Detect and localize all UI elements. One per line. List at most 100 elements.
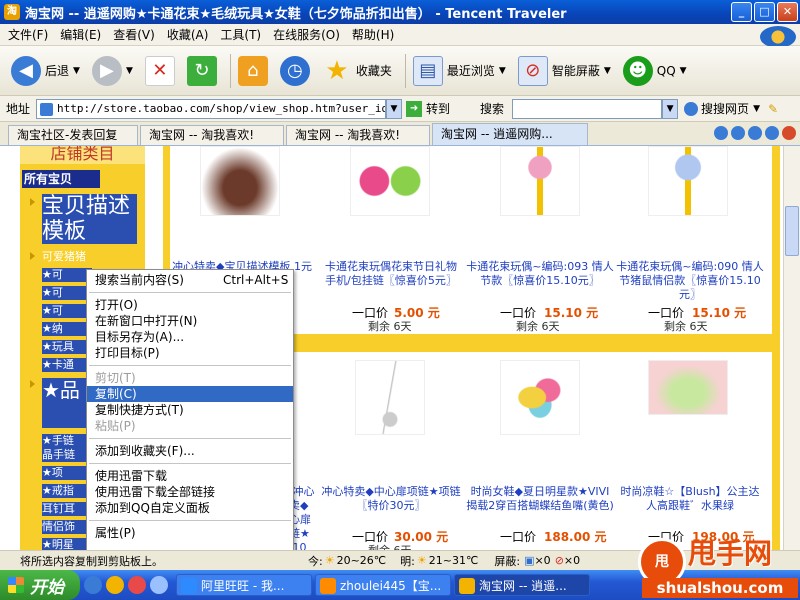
category-link[interactable]: ★可 bbox=[42, 268, 92, 282]
product-image-bouquet-090[interactable] bbox=[648, 146, 728, 216]
stop-button[interactable]: ✕ bbox=[142, 51, 178, 91]
product-title[interactable]: 卡通花束玩偶~编码:093 情人节款〖惊喜价15.10元〗 bbox=[466, 260, 614, 288]
smart-block-dropdown-icon[interactable]: ▼ bbox=[604, 66, 611, 76]
ctx-xunlei-download-all[interactable]: 使用迅雷下载全部链接 bbox=[87, 484, 293, 500]
tab-list-icon[interactable] bbox=[765, 126, 779, 140]
product-image-necklace[interactable] bbox=[355, 360, 425, 435]
sogou-dropdown-icon[interactable]: ▼ bbox=[753, 104, 760, 114]
watermark-url: shualshou.com bbox=[642, 578, 798, 598]
category-link[interactable]: 耳钉耳 bbox=[42, 502, 92, 516]
address-input[interactable]: http://store.taobao.com/shop/view_shop.h… bbox=[36, 98, 387, 119]
menu-edit[interactable]: 编辑(E) bbox=[60, 26, 101, 43]
category-link[interactable]: ★项 bbox=[42, 466, 92, 480]
menu-tools[interactable]: 工具(T) bbox=[220, 26, 261, 43]
ctx-open-new-window[interactable]: 在新窗口中打开(N) bbox=[87, 313, 293, 329]
ctx-search-current[interactable]: 搜索当前内容(S) Ctrl+Alt+S bbox=[87, 272, 293, 288]
forward-dropdown-icon[interactable]: ▼ bbox=[126, 66, 133, 76]
quicklaunch-desktop-icon[interactable] bbox=[150, 576, 168, 594]
search-dropdown-icon[interactable]: ▼ bbox=[662, 98, 679, 119]
task-taobao-browser[interactable]: 淘宝网 -- 逍遥... bbox=[454, 574, 590, 596]
ctx-add-qq-panel[interactable]: 添加到QQ自定义面板 bbox=[87, 500, 293, 516]
go-arrow-icon[interactable]: ➜ bbox=[406, 100, 423, 117]
ctx-properties[interactable]: 属性(P) bbox=[87, 525, 293, 541]
category-link[interactable]: 晶手链 bbox=[42, 448, 92, 462]
ctx-copy[interactable]: 复制(C) bbox=[87, 386, 293, 402]
toolbar-separator bbox=[229, 53, 231, 88]
history-button[interactable]: ◷ bbox=[277, 51, 313, 91]
tab-next-icon[interactable] bbox=[748, 126, 762, 140]
qq-dropdown-icon[interactable]: ▼ bbox=[680, 66, 687, 76]
product-title[interactable]: 卡通花束玩偶花束节日礼物 手机/包挂链〖惊喜价5元〗 bbox=[318, 260, 464, 288]
menu-help[interactable]: 帮助(H) bbox=[352, 26, 394, 43]
task-aliwangwang[interactable]: 阿里旺旺 - 我... bbox=[176, 574, 312, 596]
product-image-dog[interactable] bbox=[200, 146, 280, 216]
product-title[interactable]: 时尚女鞋◆夏日明星款★VIVI揭载2穿百搭蝴蝶结鱼嘴(黄色) bbox=[466, 485, 614, 513]
product-image-bouquet-093[interactable] bbox=[500, 146, 580, 216]
product-title[interactable]: 冲心特卖◆中心扉项链★项链〖特价30元〗 bbox=[318, 485, 464, 513]
category-link[interactable]: ★卡通 bbox=[42, 358, 92, 372]
pen-icon[interactable]: ✎ bbox=[768, 102, 778, 116]
tab-taobao-community[interactable]: 淘宝社区-发表回复 bbox=[8, 125, 138, 145]
back-button[interactable]: ◀ 后退 ▼ bbox=[8, 51, 83, 91]
tab-taobao-1[interactable]: 淘宝网 -- 淘我喜欢! bbox=[140, 125, 284, 145]
sogou-search-button[interactable]: 搜搜网页 bbox=[701, 100, 749, 117]
scrollbar-thumb[interactable] bbox=[785, 206, 799, 256]
vertical-scrollbar[interactable] bbox=[783, 146, 800, 550]
tab-taobao-2[interactable]: 淘宝网 -- 淘我喜欢! bbox=[286, 125, 430, 145]
product-image-shoes-vivi[interactable] bbox=[500, 360, 580, 435]
category-link[interactable]: 情侣饰 bbox=[42, 520, 92, 534]
product-image-shoes-blush[interactable] bbox=[648, 360, 728, 415]
address-dropdown-icon[interactable]: ▼ bbox=[386, 98, 403, 119]
category-pig-link[interactable]: 可爱猪猪 bbox=[42, 250, 92, 264]
category-link[interactable]: ★手链 bbox=[42, 434, 92, 448]
close-button[interactable]: ✕ bbox=[777, 2, 798, 22]
quicklaunch-ie-icon[interactable] bbox=[84, 576, 102, 594]
product-title[interactable]: 卡通花束玩偶~编码:090 情人节猪鼠情侣款〖惊喜价15.10元〗 bbox=[616, 260, 764, 302]
task-zhoulei[interactable]: zhoulei445【宝... bbox=[315, 574, 451, 596]
category-link[interactable]: ★纳 bbox=[42, 322, 92, 336]
tab-close-icon[interactable] bbox=[782, 126, 796, 140]
tab-prev-icon[interactable] bbox=[731, 126, 745, 140]
category-link[interactable]: ★可 bbox=[42, 286, 92, 300]
category-jewelry-link[interactable]: ★品 bbox=[42, 378, 90, 428]
block-popup-icon[interactable]: ⊘ bbox=[555, 554, 564, 567]
minimize-button[interactable]: _ bbox=[731, 2, 752, 22]
recent-dropdown-icon[interactable]: ▼ bbox=[499, 66, 506, 76]
home-button[interactable]: ⌂ bbox=[235, 51, 271, 91]
menu-view[interactable]: 查看(V) bbox=[113, 26, 155, 43]
category-link[interactable]: ★明星 bbox=[42, 538, 92, 550]
ctx-open[interactable]: 打开(O) bbox=[87, 297, 293, 313]
ctx-print-target[interactable]: 打印目标(P) bbox=[87, 345, 293, 361]
ctx-xunlei-download[interactable]: 使用迅雷下载 bbox=[87, 468, 293, 484]
category-link[interactable]: ★玩具 bbox=[42, 340, 92, 354]
tab-new-icon[interactable] bbox=[714, 126, 728, 140]
go-button[interactable]: 转到 bbox=[426, 100, 450, 117]
menu-favorites[interactable]: 收藏(A) bbox=[167, 26, 209, 43]
refresh-button[interactable]: ↻ bbox=[184, 51, 220, 91]
ctx-save-target[interactable]: 目标另存为(A)... bbox=[87, 329, 293, 345]
product-image-bears[interactable] bbox=[350, 146, 430, 216]
category-link[interactable]: ★戒指 bbox=[42, 484, 92, 498]
favorites-button[interactable]: ★ 收藏夹 bbox=[319, 51, 395, 91]
forward-button[interactable]: ▶ ▼ bbox=[89, 51, 136, 91]
ctx-copy-shortcut[interactable]: 复制快捷方式(T) bbox=[87, 402, 293, 418]
qq-button[interactable]: ☻ QQ ▼ bbox=[620, 51, 690, 91]
menu-online[interactable]: 在线服务(O) bbox=[273, 26, 340, 43]
search-input[interactable] bbox=[512, 98, 663, 119]
start-button[interactable]: 开始 bbox=[0, 570, 80, 600]
all-items-link[interactable]: 所有宝贝 bbox=[22, 170, 100, 188]
category-link[interactable]: ★可 bbox=[42, 304, 92, 318]
quicklaunch-app-icon[interactable] bbox=[128, 576, 146, 594]
block-window-icon[interactable]: ▣ bbox=[524, 554, 534, 567]
menu-file[interactable]: 文件(F) bbox=[8, 26, 48, 43]
recent-button[interactable]: ▤ 最近浏览 ▼ bbox=[410, 51, 509, 91]
tab-taobao-active[interactable]: 淘宝网 -- 逍遥网购... bbox=[432, 123, 588, 145]
smart-block-button[interactable]: ⊘ 智能屏蔽 ▼ bbox=[515, 51, 614, 91]
maximize-button[interactable]: □ bbox=[754, 2, 775, 22]
ctx-add-favorite[interactable]: 添加到收藏夹(F)... bbox=[87, 443, 293, 459]
window-titlebar[interactable]: 淘 淘宝网 -- 逍遥网购★卡通花束★毛绒玩具★女鞋（七夕饰品折扣出售） - T… bbox=[0, 0, 800, 24]
quicklaunch-qq-icon[interactable] bbox=[106, 576, 124, 594]
back-dropdown-icon[interactable]: ▼ bbox=[73, 66, 80, 76]
product-title[interactable]: 时尚凉鞋☆【Blush】公主达人高跟鞋゛水果绿 bbox=[616, 485, 764, 513]
category-template-link[interactable]: 宝贝描述模板 bbox=[42, 194, 137, 244]
